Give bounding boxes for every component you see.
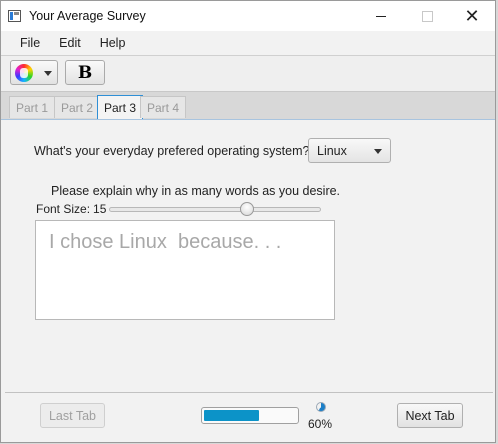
minimize-button[interactable] [358,1,404,31]
menu-help[interactable]: Help [100,36,126,50]
explain-prompt: Please explain why in as many words as y… [51,184,341,198]
toolbar: B [1,56,495,92]
font-size-slider-thumb[interactable] [240,202,254,216]
font-size-slider-track[interactable] [109,207,321,212]
chevron-down-icon [374,149,382,154]
app-icon [8,10,21,22]
maximize-button[interactable] [404,1,450,31]
bold-button[interactable]: B [65,60,105,85]
footer-bar: Last Tab 60% Next Tab [5,392,493,437]
minimize-icon [376,15,386,17]
tab-bar: Part 1 Part 2 Part 3 Part 4 [1,92,495,120]
next-tab-button[interactable]: Next Tab [397,403,463,428]
progress-indicator-icon [316,402,326,412]
survey-progress-bar [201,407,299,424]
tab-part-1[interactable]: Part 1 [9,96,56,118]
color-wheel-icon [15,64,33,82]
font-size-label: Font Size: 15 [36,202,106,216]
tab-part-4[interactable]: Part 4 [140,96,187,118]
font-size-value: 15 [93,202,107,216]
os-question-label: What's your everyday prefered operating … [34,144,310,158]
tab-part-2[interactable]: Part 2 [54,96,101,118]
close-icon: ✕ [464,5,480,26]
os-select[interactable]: Linux [308,138,391,163]
answer-textarea[interactable]: I chose Linux because. . . [35,220,335,320]
close-button[interactable]: ✕ [449,1,495,31]
tab-part-3[interactable]: Part 3 [97,95,144,119]
title-bar[interactable]: Your Average Survey ✕ [1,1,495,31]
progress-percent: 60% [308,417,333,431]
maximize-icon [421,10,433,22]
text-color-picker[interactable] [10,60,58,85]
menu-bar: File Edit Help [1,31,495,56]
progress-fill [204,410,260,421]
menu-file[interactable]: File [20,36,40,50]
menu-edit[interactable]: Edit [59,36,81,50]
last-tab-button[interactable]: Last Tab [40,403,105,428]
chevron-down-icon [44,71,52,76]
window-title: Your Average Survey [29,9,146,23]
os-select-value: Linux [317,144,347,158]
font-size-label-text: Font Size: [36,202,91,216]
app-window: Your Average Survey ✕ File Edit Help B P… [0,0,496,443]
